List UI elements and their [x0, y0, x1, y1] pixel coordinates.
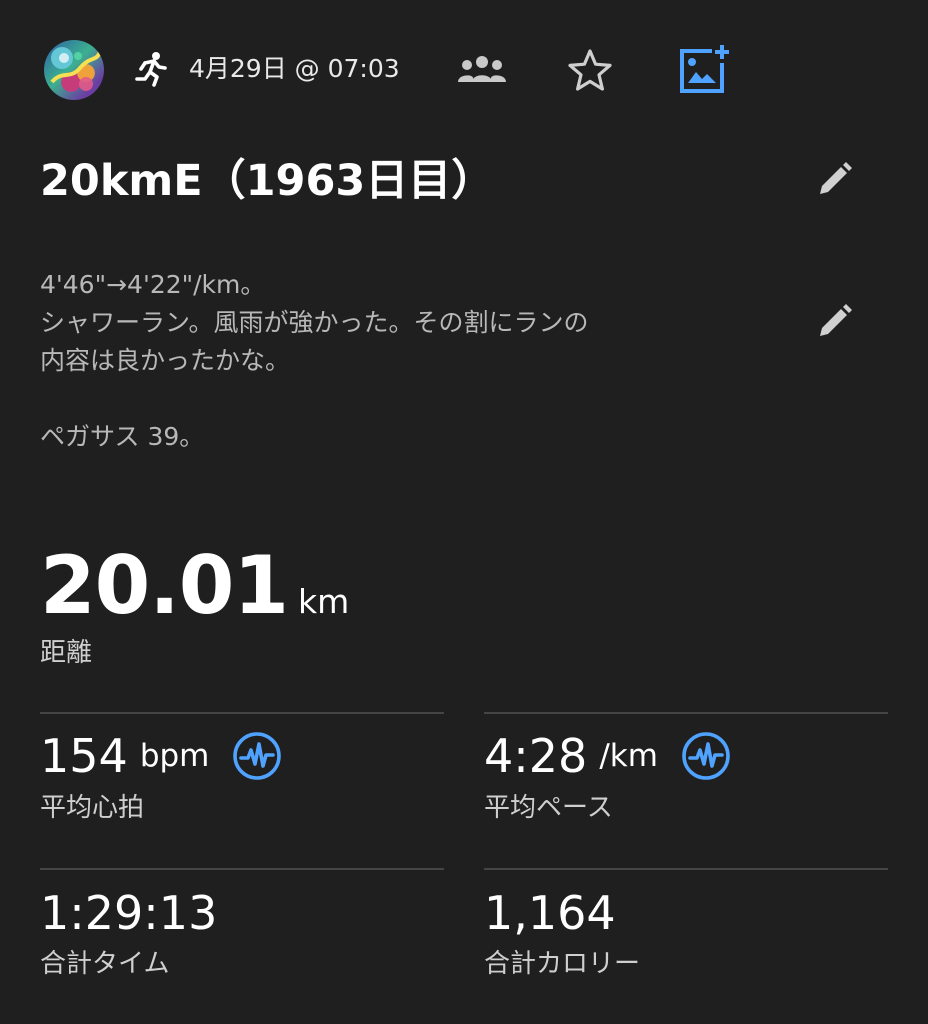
total-time-stat: 1:29:13 [40, 885, 217, 941]
heart-rate-value: 154 [40, 729, 128, 783]
edit-description-pencil-icon[interactable] [812, 300, 856, 344]
divider [40, 712, 444, 714]
divider [484, 712, 888, 714]
star-icon[interactable] [566, 47, 614, 95]
activity-header: 4月29日 @ 07:03 [44, 40, 884, 100]
activity-date: 4月29日 @ 07:03 [189, 54, 400, 83]
group-icon[interactable] [457, 54, 507, 86]
calories-value: 1,164 [484, 886, 616, 940]
pace-stat: 4:28/km [484, 728, 731, 784]
pace-chart-icon[interactable] [681, 731, 731, 781]
calories-stat: 1,164 [484, 885, 616, 941]
pace-label: 平均ペース [484, 793, 613, 823]
total-time-label: 合計タイム [40, 949, 170, 979]
description-line: 4'46"→4'22"/km。 [40, 270, 266, 299]
heart-rate-label: 平均心拍 [40, 793, 145, 823]
pace-value: 4:28 [484, 729, 588, 783]
distance-stat: 20.01 km [40, 538, 349, 634]
heart-rate-chart-icon[interactable] [232, 731, 282, 781]
divider [40, 868, 444, 870]
distance-value: 20.01 [40, 539, 289, 632]
calories-label: 合計カロリー [484, 949, 641, 979]
heart-rate-stat: 154 bpm [40, 728, 282, 784]
heart-rate-unit: bpm [139, 738, 210, 774]
running-person-icon [135, 52, 167, 87]
distance-label: 距離 [40, 638, 93, 668]
edit-title-pencil-icon[interactable] [812, 158, 856, 202]
activity-description: 4'46"→4'22"/km。 シャワーラン。風雨が強かった。その割にランの 内… [40, 266, 780, 456]
description-line [40, 380, 780, 418]
activity-title: 20kmE（1963日目） [40, 156, 495, 206]
description-line: シャワーラン。風雨が強かった。その割にランの [40, 308, 589, 337]
total-time-value: 1:29:13 [40, 886, 218, 940]
add-photo-icon[interactable] [676, 43, 730, 97]
distance-unit: km [298, 582, 350, 621]
pace-unit: /km [599, 738, 658, 774]
description-line: 内容は良かったかな。 [40, 346, 291, 375]
avatar[interactable] [44, 40, 104, 100]
divider [484, 868, 888, 870]
description-line: ペガサス 39。 [40, 422, 205, 451]
